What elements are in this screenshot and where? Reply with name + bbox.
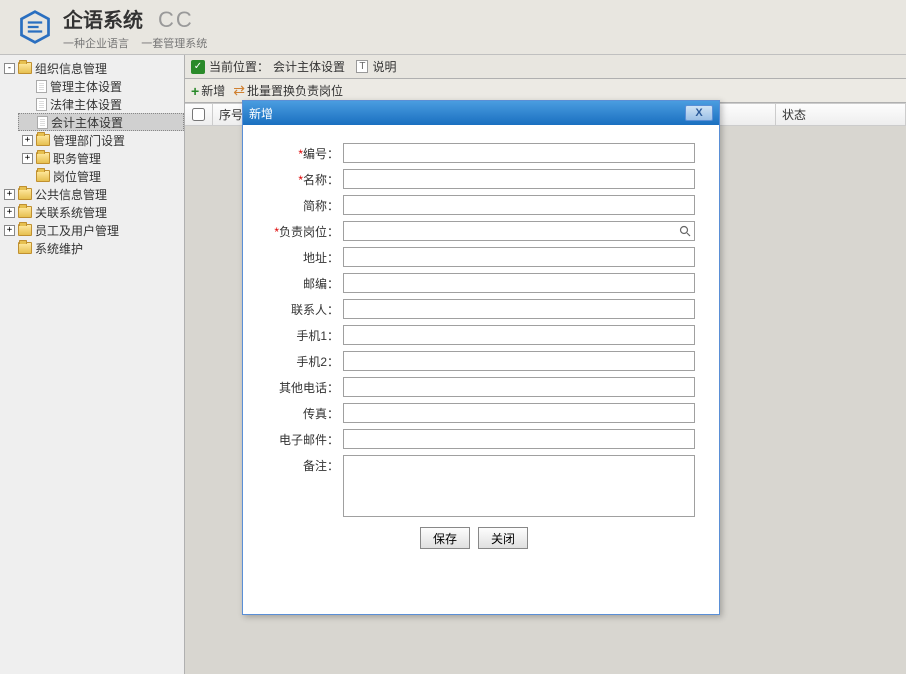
- search-icon: [679, 225, 691, 237]
- label-email: 电子邮件：: [279, 433, 339, 447]
- post-input[interactable]: [343, 221, 695, 241]
- post-search-button[interactable]: [677, 223, 693, 239]
- modal-close-button[interactable]: X: [685, 105, 713, 121]
- label-short: 简称：: [303, 199, 339, 213]
- short-input[interactable]: [343, 195, 695, 215]
- label-zip: 邮编：: [303, 277, 339, 291]
- label-fax: 传真：: [303, 407, 339, 421]
- label-name: 名称：: [303, 173, 339, 187]
- modal-title-text: 新增: [249, 105, 273, 122]
- label-post: 负责岗位：: [279, 225, 339, 239]
- close-button[interactable]: 关闭: [478, 527, 528, 549]
- modal-titlebar[interactable]: 新增 X: [243, 101, 719, 125]
- modal-body: *编号： *名称： 简称： *负责岗位： 地址： 邮编： 联系人： 手机1： 手…: [243, 125, 719, 559]
- email-input[interactable]: [343, 429, 695, 449]
- other-phone-input[interactable]: [343, 377, 695, 397]
- label-addr: 地址：: [303, 251, 339, 265]
- fax-input[interactable]: [343, 403, 695, 423]
- label-other: 其他电话：: [279, 381, 339, 395]
- contact-input[interactable]: [343, 299, 695, 319]
- modal-footer: 保存 关闭: [253, 527, 695, 549]
- code-input[interactable]: [343, 143, 695, 163]
- label-mobile2: 手机2：: [296, 355, 339, 369]
- save-button[interactable]: 保存: [420, 527, 470, 549]
- add-modal: 新增 X *编号： *名称： 简称： *负责岗位： 地址： 邮编： 联系人： 手…: [242, 100, 720, 615]
- addr-input[interactable]: [343, 247, 695, 267]
- label-contact: 联系人：: [291, 303, 339, 317]
- modal-mask: 新增 X *编号： *名称： 简称： *负责岗位： 地址： 邮编： 联系人： 手…: [0, 0, 906, 674]
- name-input[interactable]: [343, 169, 695, 189]
- mobile2-input[interactable]: [343, 351, 695, 371]
- remark-textarea[interactable]: [343, 455, 695, 517]
- zip-input[interactable]: [343, 273, 695, 293]
- label-mobile1: 手机1：: [296, 329, 339, 343]
- label-code: 编号：: [303, 147, 339, 161]
- label-remark: 备注：: [303, 459, 339, 473]
- mobile1-input[interactable]: [343, 325, 695, 345]
